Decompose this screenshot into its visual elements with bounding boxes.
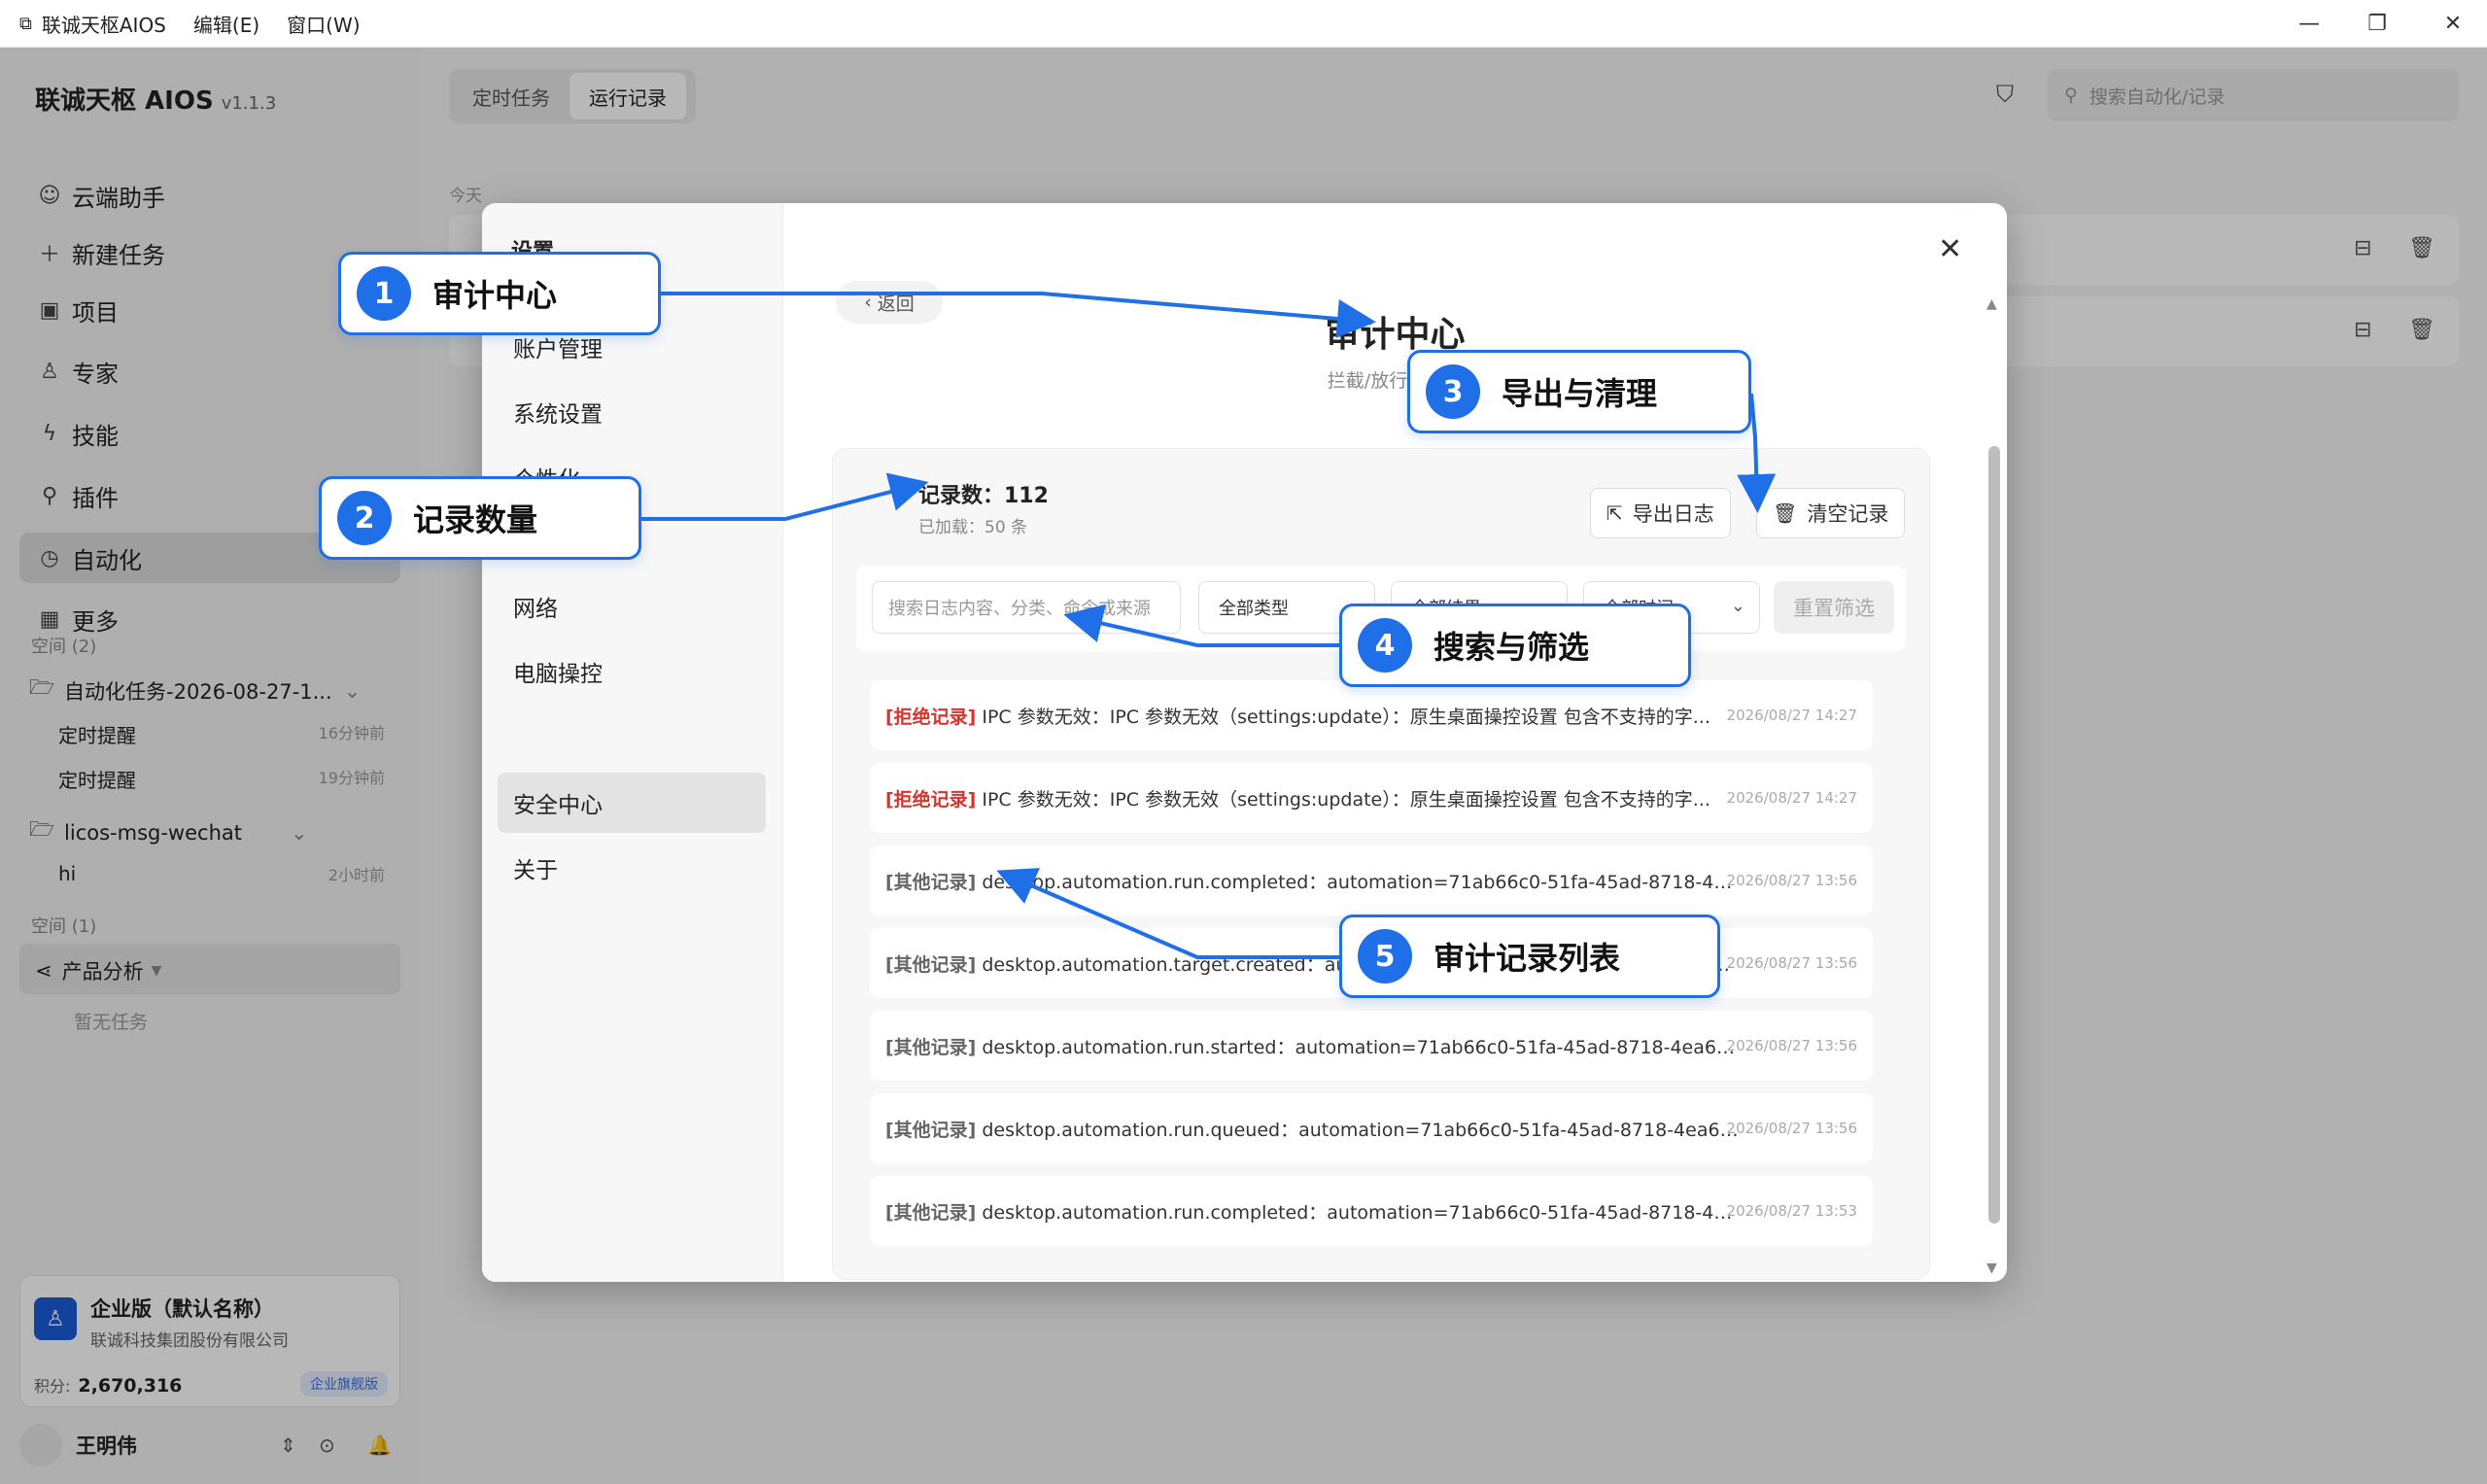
settings-nav-about[interactable]: 关于 (498, 838, 766, 898)
record-tag: [其他记录] (885, 1119, 977, 1141)
callout-5: 5 审计记录列表 (1339, 915, 1720, 998)
restore-icon[interactable]: ❐ (2348, 0, 2406, 48)
close-window-icon[interactable]: ✕ (2424, 0, 2482, 48)
record-message: desktop.automation.run.queued：automation… (982, 1119, 1741, 1141)
record-time: 2026/08/27 13:56 (1726, 1120, 1857, 1137)
page-title: 审计中心 (1325, 315, 1466, 355)
table-row[interactable]: [拒绝记录] IPC 参数无效：IPC 参数无效（settings:update）… (870, 680, 1873, 750)
record-tag: [其他记录] (885, 953, 977, 976)
export-log-button[interactable]: ⇱ 导出日志 (1590, 488, 1731, 538)
modal-scrollbar[interactable] (1988, 446, 2000, 1224)
minimize-icon[interactable]: — (2280, 0, 2338, 48)
settings-modal: 设置 账户管理 系统设置 个性化 文件与存储 网络 电脑操控 安全中心 关于 ✕… (482, 203, 2007, 1282)
record-time: 2026/08/27 13:56 (1726, 872, 1857, 889)
audit-panel: 记录数：112 已加载：50 条 ⇱ 导出日志 🗑 清空记录 搜索日志内容、分类、命… (832, 448, 1930, 1280)
record-message: IPC 参数无效：IPC 参数无效（settings:update）：原生桌面操… (982, 706, 1710, 728)
chevron-down-icon: ⌄ (1730, 596, 1745, 616)
settings-nav-computer-control[interactable]: 电脑操控 (498, 641, 766, 702)
callout-4: 4 搜索与筛选 (1339, 604, 1691, 687)
record-tag: [其他记录] (885, 1201, 977, 1224)
record-message: desktop.automation.run.completed：automat… (982, 871, 1741, 893)
record-tag: [其他记录] (885, 1036, 977, 1058)
settings-nav-security[interactable]: 安全中心 (498, 773, 766, 833)
table-row[interactable]: [其他记录] desktop.automation.run.completed：a… (870, 1176, 1873, 1246)
record-tag: [拒绝记录] (885, 788, 977, 811)
trash-icon: 🗑 (1773, 501, 1798, 525)
record-time: 2026/08/27 14:27 (1726, 707, 1857, 724)
record-message: IPC 参数无效：IPC 参数无效（settings:update）：原生桌面操… (982, 788, 1710, 811)
callout-1: 1 审计中心 (338, 252, 661, 335)
record-count: 记录数：112 (918, 484, 1049, 508)
record-time: 2026/08/27 13:53 (1726, 1202, 1857, 1220)
record-message: desktop.automation.run.completed：automat… (982, 1201, 1741, 1224)
reset-filter-button[interactable]: 重置筛选 (1774, 581, 1894, 634)
record-message: desktop.automation.run.started：automatio… (982, 1036, 1741, 1058)
clear-records-button[interactable]: 🗑 清空记录 (1756, 488, 1906, 538)
app-title: 联诚天枢AIOS (41, 13, 166, 37)
record-time: 2026/08/27 13:56 (1726, 954, 1857, 972)
settings-nav-network[interactable]: 网络 (498, 576, 766, 637)
scroll-up-icon[interactable]: ▲ (1986, 296, 1997, 312)
menu-window[interactable]: 窗口(W) (287, 10, 360, 38)
page-description: 拦截/放行记录与 (1327, 370, 1464, 392)
callout-3: 3 导出与清理 (1407, 350, 1751, 433)
record-tag: [拒绝记录] (885, 706, 977, 728)
loaded-count: 已加载：50 条 (918, 518, 1028, 537)
settings-nav-system[interactable]: 系统设置 (498, 382, 766, 442)
callout-2: 2 记录数量 (319, 476, 641, 560)
table-row[interactable]: [其他记录] desktop.automation.run.completed：a… (870, 846, 1873, 915)
record-time: 2026/08/27 13:56 (1726, 1037, 1857, 1054)
settings-nav: 设置 账户管理 系统设置 个性化 文件与存储 网络 电脑操控 安全中心 关于 (482, 203, 783, 1282)
record-tag: [其他记录] (885, 871, 977, 893)
title-bar: ⧉ 联诚天枢AIOS 编辑(E) 窗口(W) — ❐ ✕ (0, 0, 2487, 48)
table-row[interactable]: [拒绝记录] IPC 参数无效：IPC 参数无效（settings:update）… (870, 763, 1873, 833)
record-time: 2026/08/27 14:27 (1726, 789, 1857, 807)
close-icon[interactable]: ✕ (1938, 232, 1962, 266)
menu-edit[interactable]: 编辑(E) (193, 10, 259, 38)
table-row[interactable]: [其他记录] desktop.automation.run.queued：auto… (870, 1093, 1873, 1163)
log-search-input[interactable]: 搜索日志内容、分类、命令或来源 (872, 581, 1181, 634)
table-row[interactable]: [其他记录] desktop.automation.run.started：aut… (870, 1011, 1873, 1081)
export-icon: ⇱ (1606, 501, 1623, 525)
scroll-down-icon[interactable]: ▼ (1986, 1260, 1997, 1276)
app-icon: ⧉ (19, 13, 32, 34)
